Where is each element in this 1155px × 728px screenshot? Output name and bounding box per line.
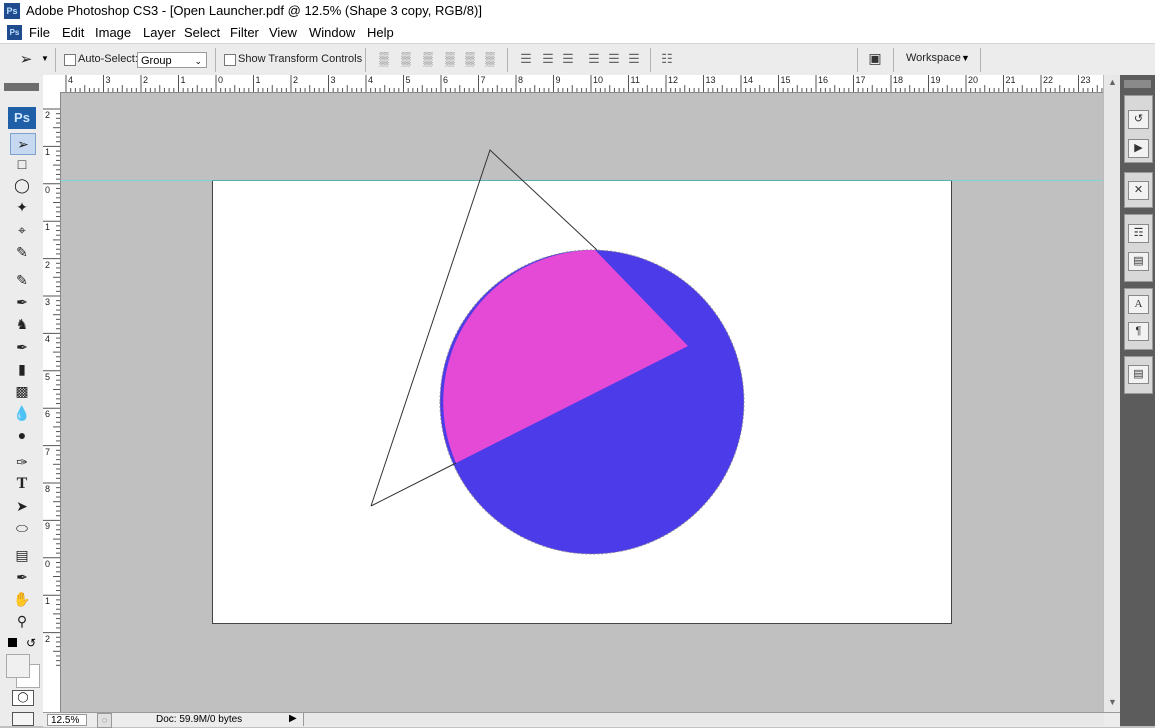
status-bar: 12.5% ◌ Doc: 59.9M/0 bytes ▶ xyxy=(43,712,1120,728)
clone-source-panel-icon[interactable]: ▤ xyxy=(1128,252,1149,271)
doc-size-info: Doc: 59.9M/0 bytes xyxy=(156,714,243,725)
shape-layer xyxy=(370,149,745,555)
triangle-edge[interactable] xyxy=(370,462,457,507)
character-panel-icon[interactable]: A xyxy=(1128,295,1149,314)
tool-presets-panel-icon[interactable]: ✕ xyxy=(1128,181,1149,200)
dock-header[interactable] xyxy=(1124,80,1151,88)
foreground-color-swatch[interactable] xyxy=(6,654,30,678)
scroll-up-icon[interactable]: ▲ xyxy=(1108,77,1117,87)
horizontal-scrollbar[interactable] xyxy=(303,713,1104,726)
actions-panel-icon[interactable]: ▶ xyxy=(1128,139,1149,158)
info-panel-icon[interactable]: ▤ xyxy=(1128,365,1149,384)
layer-comps-panel-icon[interactable]: ☶ xyxy=(1128,224,1149,243)
zoom-field[interactable]: 12.5% xyxy=(47,714,87,726)
paragraph-panel-icon[interactable]: ¶ xyxy=(1128,322,1149,341)
vertical-scrollbar[interactable]: ▲ ▼ xyxy=(1103,75,1121,712)
scroll-down-icon[interactable]: ▼ xyxy=(1108,697,1117,707)
status-arrow-icon[interactable]: ▶ xyxy=(289,713,297,724)
history-panel-icon[interactable]: ↺ xyxy=(1128,110,1149,129)
